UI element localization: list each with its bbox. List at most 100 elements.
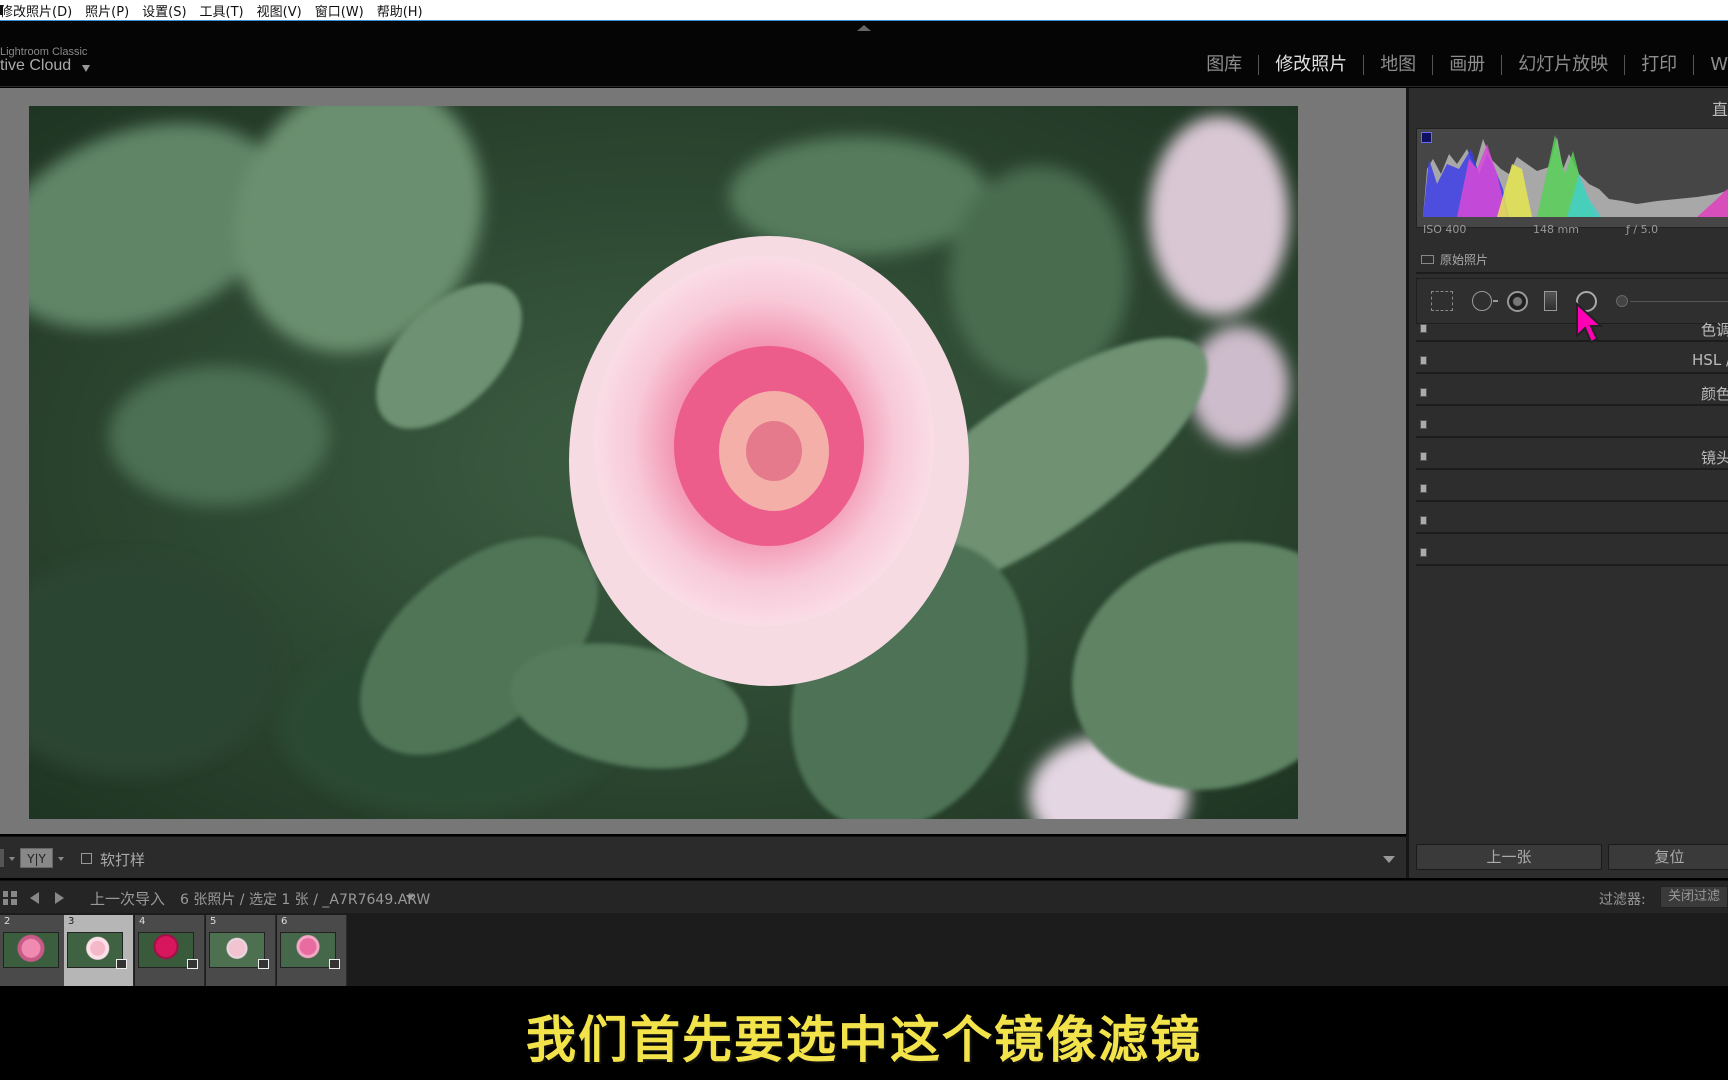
iso-value: ISO 400: [1423, 223, 1467, 236]
panel-toggle-icon[interactable]: [1420, 356, 1427, 365]
photo-count-label[interactable]: 6 张照片 / 选定 1 张 / _A7R7649.ARW: [180, 889, 430, 909]
panel-toggle-icon[interactable]: [1420, 516, 1427, 525]
filmstrip: 2 3 4 5 6: [0, 913, 1728, 986]
rose-flower: [569, 236, 969, 686]
module-develop[interactable]: 修改照片: [1259, 55, 1365, 75]
graduated-filter-icon[interactable]: [1544, 291, 1557, 311]
module-map[interactable]: 地图: [1364, 55, 1434, 75]
panel-detail[interactable]: [1416, 412, 1728, 438]
panel-toggle-icon[interactable]: [1420, 452, 1427, 461]
view-mode-icon[interactable]: [0, 849, 4, 867]
edited-badge-icon: [329, 959, 340, 969]
module-bar: Lightroom Classic tive Cloud 图库 修改照片 地图 …: [0, 21, 1728, 87]
thumb-image: [138, 932, 194, 968]
module-book[interactable]: 画册: [1433, 55, 1503, 75]
softproof-checkbox[interactable]: [81, 853, 92, 864]
panel-toggle-icon[interactable]: [1420, 324, 1427, 333]
histogram: [1416, 128, 1728, 228]
source-label[interactable]: 上一次导入: [90, 888, 165, 909]
module-library[interactable]: 图库: [1190, 55, 1260, 75]
video-subtitle: 我们首先要选中这个镜像滤镜: [526, 1011, 1202, 1069]
toolbar-content-dropdown-icon[interactable]: [1383, 856, 1395, 863]
adjustment-brush-icon[interactable]: [1616, 295, 1628, 307]
filter-label: 过滤器:: [1599, 892, 1646, 908]
mouse-cursor-icon: [1576, 302, 1603, 344]
menu-window[interactable]: 窗口(W): [315, 1, 364, 20]
shadow-clipping-icon[interactable]: [1421, 132, 1432, 143]
thumb-image: [280, 932, 336, 968]
filmstrip-thumb[interactable]: 5: [206, 915, 276, 986]
edited-badge-icon: [258, 959, 269, 969]
panel-effects[interactable]: [1416, 508, 1728, 534]
panel-color[interactable]: 颜色: [1416, 380, 1728, 406]
identity-plate[interactable]: tive Cloud: [0, 57, 71, 75]
filmstrip-thumb[interactable]: 2: [0, 915, 70, 986]
brush-slider-track[interactable]: [1630, 301, 1728, 302]
crop-tool-icon[interactable]: [1431, 291, 1453, 311]
image-canvas: [0, 88, 1406, 834]
back-arrow-icon[interactable]: [30, 892, 39, 904]
focal-length-value: 148 mm: [1533, 223, 1579, 236]
grid-icon-gap: [3, 897, 17, 899]
panel-hsl[interactable]: HSL /: [1416, 348, 1728, 374]
menu-develop[interactable]: 修改照片(D): [0, 1, 72, 20]
menu-edge-mark: [0, 5, 3, 15]
original-photo-label: 原始照片: [1440, 253, 1489, 267]
filmstrip-bar: 上一次导入 6 张照片 / 选定 1 张 / _A7R7649.ARW 过滤器:…: [0, 880, 1728, 913]
panel-lens[interactable]: 镜头: [1416, 444, 1728, 470]
menu-tools[interactable]: 工具(T): [200, 1, 244, 20]
thumb-number: 3: [68, 916, 75, 927]
module-slideshow[interactable]: 幻灯片放映: [1502, 55, 1626, 75]
panel-calibration[interactable]: [1416, 540, 1728, 566]
panel-label: 颜色: [1700, 385, 1728, 403]
menu-help[interactable]: 帮助(H): [377, 1, 423, 20]
spot-removal-icon[interactable]: [1472, 291, 1492, 311]
before-after-dropdown-icon[interactable]: [58, 857, 64, 861]
original-photo-toggle[interactable]: 原始照片: [1421, 251, 1488, 268]
red-eye-icon[interactable]: [1507, 291, 1528, 312]
module-web[interactable]: W: [1694, 55, 1728, 75]
right-panel: 直 ISO 400 148 mm ƒ / 5.0 原始照片 色调 HSL / 颜…: [1406, 88, 1728, 878]
filmstrip-thumb[interactable]: 6: [277, 915, 347, 986]
reset-button[interactable]: 复位: [1608, 844, 1728, 870]
panel-transform[interactable]: [1416, 476, 1728, 502]
spot-removal-arrow-icon: [1493, 300, 1498, 302]
panel-label: 色调: [1700, 321, 1728, 339]
filmstrip-thumb[interactable]: 4: [135, 915, 205, 986]
thumb-number: 4: [139, 916, 146, 927]
thumb-image: [67, 932, 123, 968]
menu-photo[interactable]: 照片(P): [85, 1, 129, 20]
edited-badge-icon: [116, 959, 127, 969]
collapse-top-panel-icon[interactable]: [857, 25, 871, 31]
panel-tone-curve[interactable]: 色调: [1416, 316, 1728, 342]
thumb-number: 6: [281, 916, 288, 927]
edited-badge-icon: [187, 959, 198, 969]
filter-select[interactable]: 关闭过滤: [1660, 886, 1728, 908]
panel-toggle-icon[interactable]: [1420, 388, 1427, 397]
panel-toggle-icon[interactable]: [1420, 548, 1427, 557]
panel-label: 镜头: [1700, 449, 1728, 467]
panel-toggle-icon[interactable]: [1420, 484, 1427, 493]
menu-bar: 修改照片(D) 照片(P) 设置(S) 工具(T) 视图(V) 窗口(W) 帮助…: [0, 0, 1728, 21]
menu-settings[interactable]: 设置(S): [142, 1, 186, 20]
before-after-button[interactable]: Y|Y: [20, 848, 53, 868]
view-mode-dropdown-icon[interactable]: [9, 857, 15, 861]
panel-label: HSL /: [1692, 351, 1728, 369]
menu-view[interactable]: 视图(V): [257, 1, 302, 20]
rose-photo[interactable]: [29, 106, 1298, 819]
photo-count-dropdown-icon[interactable]: [406, 895, 414, 900]
filmstrip-thumb-selected[interactable]: 3: [64, 915, 134, 986]
previous-button[interactable]: 上一张: [1416, 844, 1602, 870]
panel-toggle-icon[interactable]: [1420, 420, 1427, 429]
thumb-number: 2: [4, 916, 11, 927]
thumb-number: 5: [210, 916, 217, 927]
identity-dropdown-icon[interactable]: [82, 65, 90, 72]
thumb-image: [3, 932, 59, 968]
thumb-image: [209, 932, 265, 968]
module-print[interactable]: 打印: [1625, 55, 1695, 75]
original-photo-icon: [1421, 255, 1434, 264]
forward-arrow-icon[interactable]: [55, 892, 64, 904]
module-picker: 图库 修改照片 地图 画册 幻灯片放映 打印 W: [1190, 55, 1728, 75]
histogram-title[interactable]: 直: [1712, 96, 1728, 120]
divider: [1416, 272, 1728, 274]
